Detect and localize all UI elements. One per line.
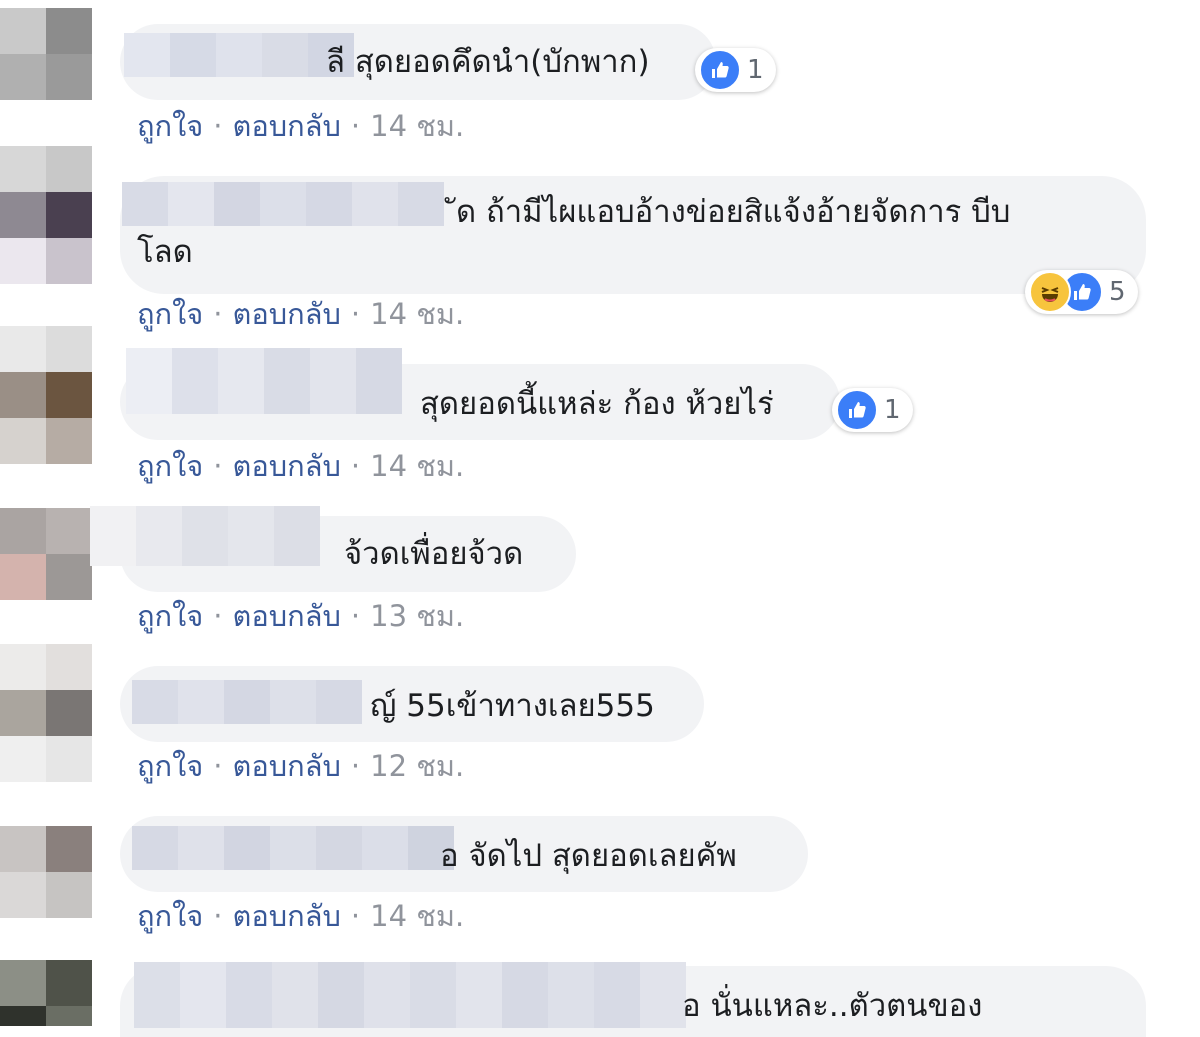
reply-link[interactable]: ตอบกลับ [233, 899, 341, 933]
reply-link[interactable]: ตอบกลับ [233, 749, 341, 783]
reply-link[interactable]: ตอบกลับ [233, 109, 341, 143]
like-link[interactable]: ถูกใจ [137, 449, 203, 483]
separator: · [213, 899, 223, 933]
comment-text-continued: โลด [137, 234, 193, 270]
separator: · [350, 599, 361, 633]
avatar[interactable] [0, 8, 92, 100]
separator: · [213, 297, 223, 331]
like-link[interactable]: ถูกใจ [137, 599, 203, 633]
like-link[interactable]: ถูกใจ [137, 109, 203, 143]
separator: · [350, 297, 361, 331]
like-link[interactable]: ถูกใจ [137, 899, 203, 933]
separator: · [213, 109, 223, 143]
avatar[interactable] [0, 326, 92, 464]
comment-actions: ถูกใจ · ตอบกลับ · 14 ชม. [137, 898, 464, 934]
separator: · [350, 749, 361, 783]
author-name[interactable] [122, 182, 444, 226]
comment-text: ัด ถ้ามีไผแอบอ้างข่อยสิแจ้งอ้ายจัดการ บี… [456, 194, 1011, 230]
timestamp[interactable]: 14 ชม. [370, 899, 464, 933]
separator: · [350, 449, 361, 483]
separator: · [213, 599, 223, 633]
reply-link[interactable]: ตอบกลับ [233, 599, 341, 633]
like-link[interactable]: ถูกใจ [137, 749, 203, 783]
separator: · [213, 449, 223, 483]
timestamp[interactable]: 14 ชม. [370, 109, 464, 143]
reaction-count: 1 [747, 55, 764, 85]
avatar[interactable] [0, 508, 92, 600]
comment-actions: ถูกใจ · ตอบกลับ · 14 ชม. [137, 296, 464, 332]
separator: · [350, 899, 361, 933]
avatar[interactable] [0, 960, 92, 1026]
reaction-count: 1 [884, 395, 901, 425]
comment-actions: ถูกใจ · ตอบกลับ · 14 ชม. [137, 448, 464, 484]
reaction-count: 5 [1109, 277, 1126, 307]
reply-link[interactable]: ตอบกลับ [233, 297, 341, 331]
comment-actions: ถูกใจ · ตอบกลับ · 14 ชม. [137, 108, 464, 144]
author-name[interactable] [126, 348, 402, 414]
timestamp[interactable]: 12 ชม. [370, 749, 464, 783]
author-name[interactable] [134, 962, 686, 1028]
avatar[interactable] [0, 644, 92, 782]
like-link[interactable]: ถูกใจ [137, 297, 203, 331]
avatar[interactable] [0, 146, 92, 284]
separator: · [350, 109, 361, 143]
reaction-badge[interactable]: 1 [695, 48, 776, 92]
like-icon [699, 49, 741, 91]
comment-text: ญ์ 55เข้าทางเลย555 [370, 688, 655, 724]
reaction-badge[interactable]: 5 [1025, 270, 1138, 314]
comment-actions: ถูกใจ · ตอบกลับ · 13 ชม. [137, 598, 464, 634]
comment-text: อ นั่นแหละ..ตัวตนของ [682, 988, 983, 1024]
like-icon [836, 389, 878, 431]
reply-link[interactable]: ตอบกลับ [233, 449, 341, 483]
author-name[interactable] [132, 826, 454, 870]
separator: · [213, 749, 223, 783]
comment-text: จ้วดเพื่อยจ้วด [344, 536, 524, 572]
comment-text: สุดยอดนี้แหล่ะ ก้อง ห้วยไร่ [420, 386, 774, 422]
author-name[interactable] [124, 33, 354, 77]
comment-text: อ จัดไป สุดยอดเลยคัพ [440, 838, 737, 874]
comment-text: ลี สุดยอดคึดนำ(บักพาก) [326, 44, 650, 80]
author-name[interactable] [132, 680, 362, 724]
author-name[interactable] [90, 506, 320, 566]
haha-icon [1029, 271, 1071, 313]
timestamp[interactable]: 13 ชม. [370, 599, 464, 633]
comment-actions: ถูกใจ · ตอบกลับ · 12 ชม. [137, 748, 464, 784]
avatar[interactable] [0, 826, 92, 918]
timestamp[interactable]: 14 ชม. [370, 297, 464, 331]
reaction-badge[interactable]: 1 [832, 388, 913, 432]
timestamp[interactable]: 14 ชม. [370, 449, 464, 483]
